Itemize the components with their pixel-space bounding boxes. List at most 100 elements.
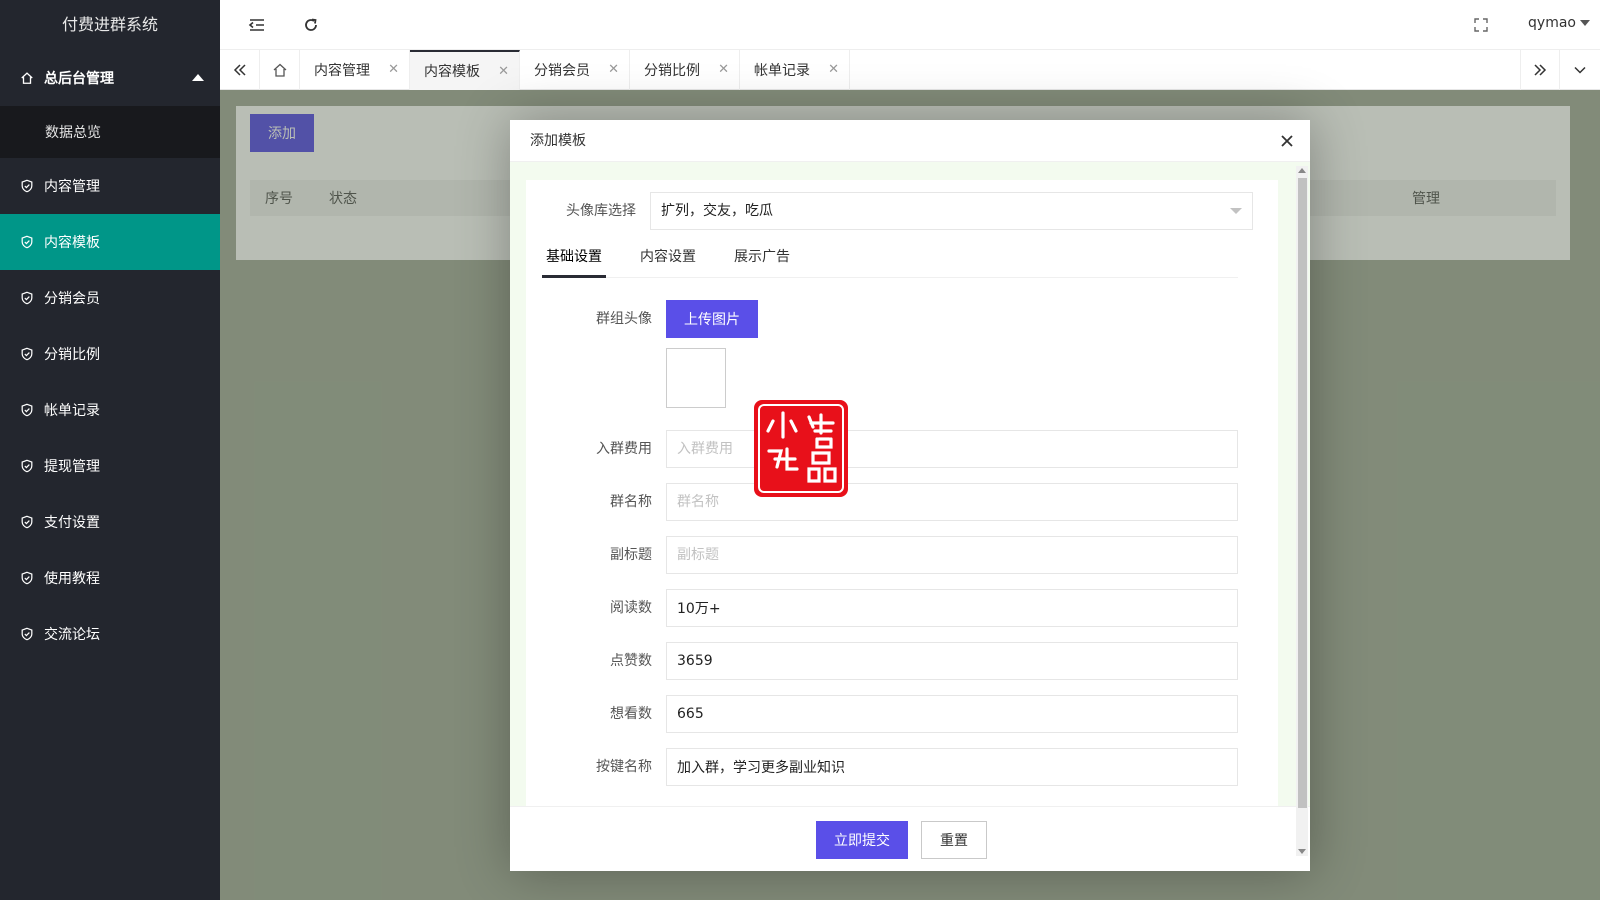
- username: qymao: [1528, 15, 1576, 31]
- sidebar-item-members[interactable]: 分销会员: [0, 270, 220, 326]
- sidebar-item-content[interactable]: 内容管理: [0, 158, 220, 214]
- sidebar-item-payment[interactable]: 支付设置: [0, 494, 220, 550]
- field-label: 群组头像: [596, 311, 652, 327]
- avatar-preview: [666, 348, 726, 408]
- sidebar-item-label: 使用教程: [44, 571, 100, 587]
- close-icon[interactable]: ✕: [718, 62, 729, 77]
- caret-down-icon: [1580, 20, 1590, 26]
- subtitle-input[interactable]: [666, 536, 1238, 574]
- top-header: qymao: [220, 0, 1600, 50]
- avatar-lib-row: 头像库选择 扩列，交友，吃瓜: [526, 192, 1266, 230]
- sidebar-item-withdraw[interactable]: 提现管理: [0, 438, 220, 494]
- field-label: 头像库选择: [566, 203, 636, 219]
- sidebar-item-tutorial[interactable]: 使用教程: [0, 550, 220, 606]
- sidebar-item-overview[interactable]: 数据总览: [0, 106, 220, 158]
- chevron-down-icon: [1230, 208, 1242, 214]
- close-icon[interactable]: ✕: [828, 62, 839, 77]
- shield-check-icon: [20, 235, 34, 249]
- caret-up-icon: [192, 74, 204, 81]
- sidebar-item-forum[interactable]: 交流论坛: [0, 606, 220, 662]
- want-see-input[interactable]: [666, 695, 1238, 733]
- tabs: 内容管理 ✕ 内容模板 ✕ 分销会员 ✕ 分销比例 ✕ 帐单记录 ✕: [300, 50, 850, 90]
- sidebar-item-bills[interactable]: 帐单记录: [0, 382, 220, 438]
- tab-label: 内容模板: [424, 64, 480, 80]
- form-tabs: 基础设置 内容设置 展示广告: [542, 236, 1238, 278]
- tab-members[interactable]: 分销会员 ✕: [520, 50, 630, 90]
- reset-button[interactable]: 重置: [921, 821, 987, 859]
- sidebar-item-label: 提现管理: [44, 459, 100, 475]
- shield-check-icon: [20, 347, 34, 361]
- submit-button[interactable]: 立即提交: [816, 821, 908, 859]
- field-label: 点赞数: [610, 653, 652, 669]
- field-label: 按键名称: [596, 759, 652, 775]
- dialog-footer: 立即提交 重置: [510, 806, 1310, 871]
- tab-home-icon[interactable]: [260, 50, 300, 90]
- shield-check-icon: [20, 291, 34, 305]
- close-icon[interactable]: [1278, 132, 1296, 150]
- shield-check-icon: [20, 515, 34, 529]
- field-label: 群名称: [610, 494, 652, 510]
- form-panel: 头像库选择 扩列，交友，吃瓜 基础设置 内容设置 展示广告 群组头像 上传图片 …: [526, 180, 1278, 806]
- shield-check-icon: [20, 571, 34, 585]
- sidebar-item-label: 帐单记录: [44, 403, 100, 419]
- sidebar-item-label: 内容管理: [44, 179, 100, 195]
- shield-check-icon: [20, 403, 34, 417]
- close-icon[interactable]: ✕: [498, 64, 509, 79]
- scroll-down-icon[interactable]: [1298, 849, 1306, 854]
- tab-ad-settings[interactable]: 展示广告: [730, 236, 794, 278]
- tabs-scroll-right-icon[interactable]: [1520, 50, 1560, 90]
- shield-check-icon: [20, 627, 34, 641]
- sidebar-item-label: 支付设置: [44, 515, 100, 531]
- form-row-want-see: 想看数: [526, 695, 1266, 733]
- tabs-scroll-left-icon[interactable]: [220, 50, 260, 90]
- sidebar-item-label: 交流论坛: [44, 627, 100, 643]
- tab-basic-settings[interactable]: 基础设置: [542, 236, 606, 278]
- refresh-icon[interactable]: [300, 14, 322, 36]
- avatar-lib-select[interactable]: 扩列，交友，吃瓜: [650, 192, 1253, 230]
- close-icon[interactable]: ✕: [608, 62, 619, 77]
- sidebar-group-admin[interactable]: 总后台管理: [0, 50, 220, 106]
- tab-label: 分销比例: [644, 63, 700, 79]
- user-menu[interactable]: qymao: [1528, 15, 1590, 31]
- tabs-menu-icon[interactable]: [1560, 50, 1600, 90]
- field-label: 副标题: [610, 547, 652, 563]
- form-row-button-name: 按键名称: [526, 748, 1266, 786]
- scroll-thumb[interactable]: [1298, 178, 1307, 808]
- tab-content-settings[interactable]: 内容设置: [636, 236, 700, 278]
- form-row-fee: 入群费用: [526, 430, 1266, 468]
- add-template-dialog: 添加模板 头像库选择 扩列，交友，吃瓜 基础设置 内容设置 展示广告 群组头像 …: [510, 120, 1310, 871]
- form-row-likes: 点赞数: [526, 642, 1266, 680]
- sidebar: 付费进群系统 总后台管理 数据总览 内容管理 内容模板 分销会员 分销比例 帐单…: [0, 0, 220, 900]
- tab-templates[interactable]: 内容模板 ✕: [410, 50, 520, 90]
- tab-content[interactable]: 内容管理 ✕: [300, 50, 410, 90]
- field-label: 阅读数: [610, 600, 652, 616]
- home-icon: [20, 71, 34, 85]
- sidebar-item-label: 内容模板: [44, 235, 100, 251]
- fullscreen-icon[interactable]: [1470, 14, 1492, 36]
- form-row-group-name: 群名称: [526, 483, 1266, 521]
- menu-toggle-icon[interactable]: [246, 14, 268, 36]
- dialog-body: 头像库选择 扩列，交友，吃瓜 基础设置 内容设置 展示广告 群组头像 上传图片 …: [510, 162, 1310, 806]
- sidebar-group-label: 总后台管理: [44, 71, 114, 87]
- shield-check-icon: [20, 459, 34, 473]
- button-name-input[interactable]: [666, 748, 1238, 786]
- tab-label: 分销会员: [534, 63, 590, 79]
- tab-label: 内容管理: [314, 63, 370, 79]
- reads-input[interactable]: [666, 589, 1238, 627]
- tab-label: 帐单记录: [754, 63, 810, 79]
- form-row-reads: 阅读数: [526, 589, 1266, 627]
- scroll-up-icon[interactable]: [1298, 168, 1306, 173]
- sidebar-item-label: 分销会员: [44, 291, 100, 307]
- group-avatar-row: 群组头像 上传图片: [526, 300, 1266, 410]
- seal-watermark: [754, 400, 848, 497]
- tab-bills[interactable]: 帐单记录 ✕: [740, 50, 850, 90]
- sidebar-item-ratio[interactable]: 分销比例: [0, 326, 220, 382]
- sidebar-item-templates[interactable]: 内容模板: [0, 214, 220, 270]
- field-label: 想看数: [610, 706, 652, 722]
- likes-input[interactable]: [666, 642, 1238, 680]
- close-icon[interactable]: ✕: [388, 62, 399, 77]
- upload-image-button[interactable]: 上传图片: [666, 300, 758, 338]
- dialog-scrollbar[interactable]: [1296, 166, 1308, 856]
- tab-ratio[interactable]: 分销比例 ✕: [630, 50, 740, 90]
- select-value: 扩列，交友，吃瓜: [661, 203, 773, 219]
